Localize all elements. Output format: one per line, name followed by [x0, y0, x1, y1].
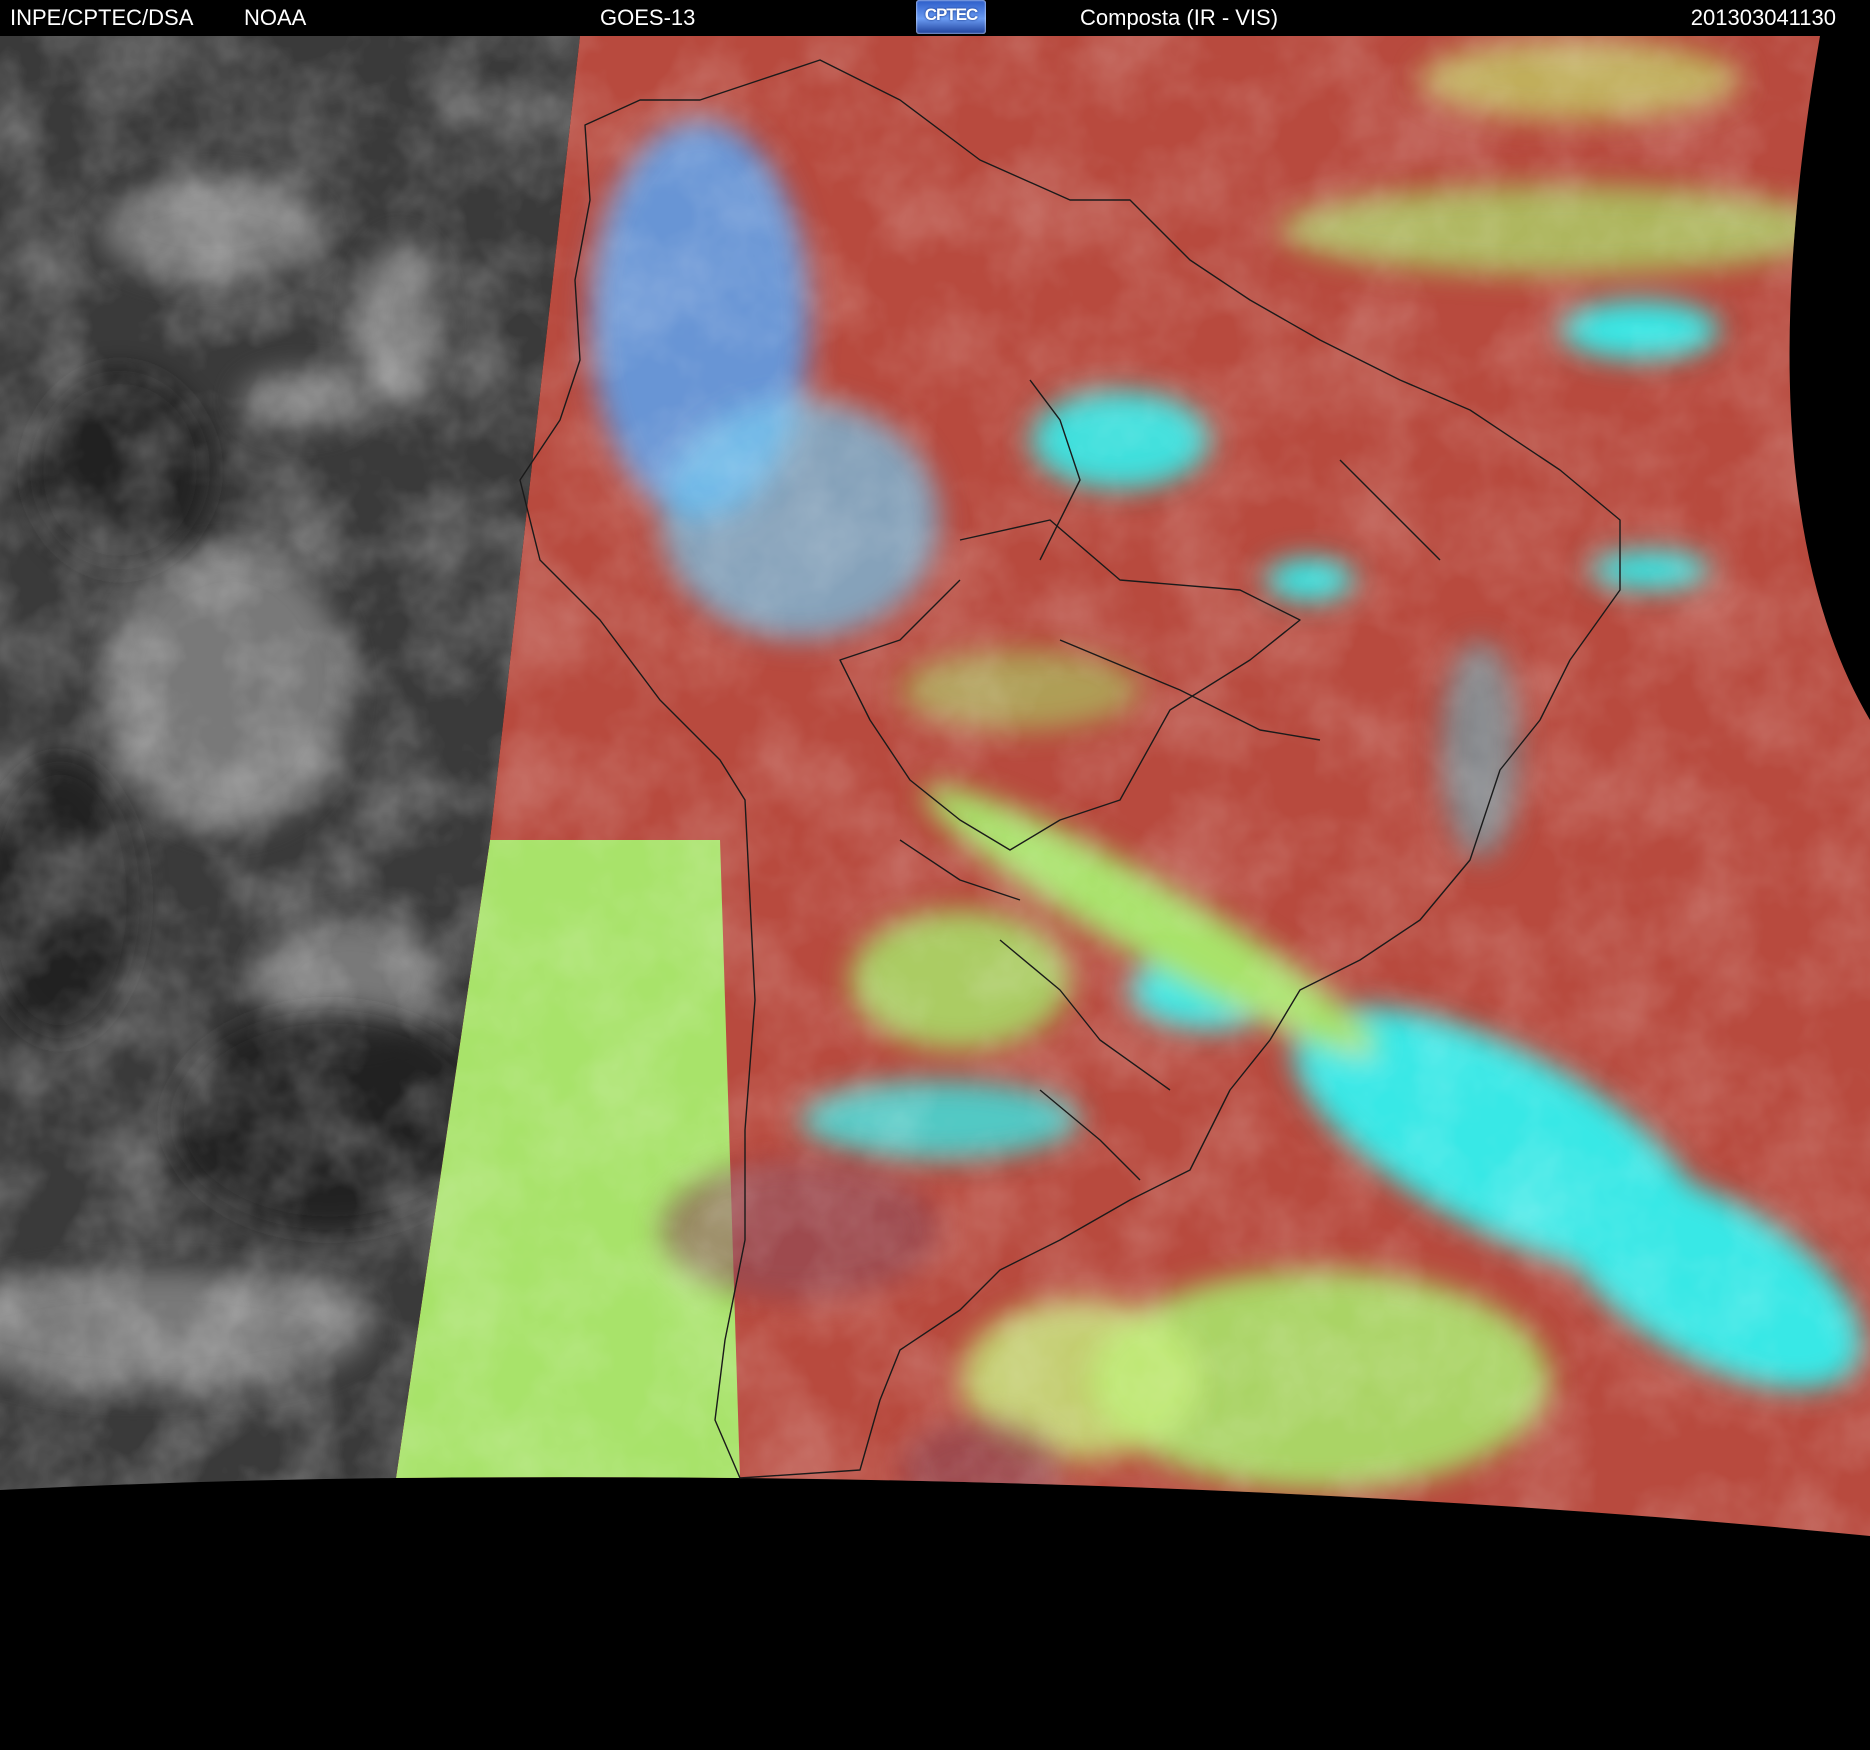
cptec-logo: CPTEC	[916, 0, 986, 34]
satellite-image	[0, 36, 1870, 1750]
satellite-composite-map	[0, 36, 1870, 1536]
timestamp-label: 201303041130	[1690, 5, 1836, 30]
product-label: Composta (IR - VIS)	[1080, 5, 1279, 30]
satellite-label: GOES-13	[600, 5, 696, 30]
organization-label: INPE/CPTEC/DSA	[10, 5, 194, 30]
logo-text: CPTEC	[924, 5, 979, 24]
agency-label: NOAA	[244, 5, 307, 30]
header-bar: INPE/CPTEC/DSA NOAA GOES-13 CPTEC Compos…	[0, 0, 1870, 36]
